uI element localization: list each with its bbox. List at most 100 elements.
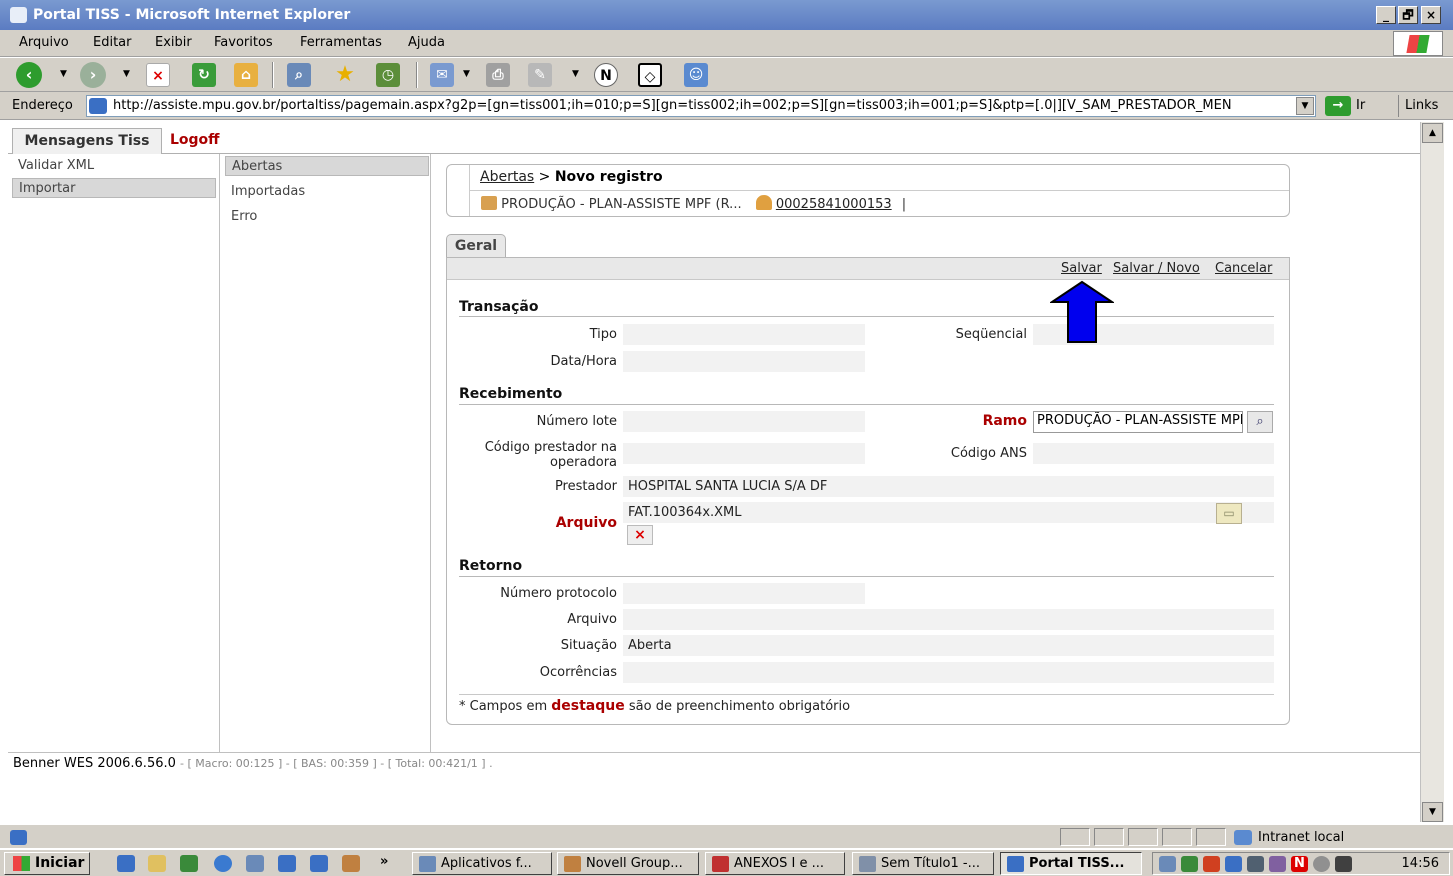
clock: 14:56: [1401, 856, 1439, 871]
nav-importar[interactable]: Importar: [12, 178, 216, 198]
address-dropdown-icon[interactable]: ▼: [1296, 97, 1314, 115]
address-box[interactable]: http://assiste.mpu.gov.br/portaltiss/pag…: [86, 95, 1316, 117]
maximize-button[interactable]: 🗗: [1398, 6, 1418, 24]
pdf-icon: [712, 856, 729, 872]
label-sequencial: Seqüencial: [955, 327, 1027, 342]
breadcrumb-pipe: |: [901, 197, 907, 212]
back-dropdown-icon[interactable]: ▼: [60, 69, 67, 79]
nav-erro[interactable]: Erro: [225, 207, 429, 227]
taskbar-item-aplicativos[interactable]: Aplicativos f...: [412, 852, 552, 875]
logoff-link[interactable]: Logoff: [170, 132, 220, 148]
favorites-star-icon[interactable]: ★: [333, 63, 357, 87]
links-button[interactable]: Links: [1398, 95, 1448, 117]
breadcrumb: Abertas > Novo registro PRODUÇÃO - PLAN-…: [446, 164, 1290, 217]
print-icon[interactable]: ⎙: [486, 63, 510, 87]
label-ocorrencias: Ocorrências: [539, 665, 617, 680]
field-codigo-prestador: [623, 443, 865, 464]
toolbar: ‹ ▼ › ▼ × ↻ ⌂ ⌕ ★ ◷ ✉ ▼ ⎙ ✎ ▼ N ◇ ☺: [0, 58, 1453, 92]
stop-icon[interactable]: ×: [146, 63, 170, 87]
menu-bar: Arquivo Editar Exibir Favoritos Ferramen…: [0, 30, 1453, 57]
menu-exibir[interactable]: Exibir: [155, 35, 192, 50]
tray-n-icon[interactable]: N: [1291, 856, 1308, 872]
page-title: Novo registro: [554, 169, 663, 185]
tray-tools-icon[interactable]: [1335, 856, 1352, 872]
quicklaunch-more-icon[interactable]: »: [380, 854, 388, 869]
tray-clock-icon[interactable]: [1313, 856, 1330, 872]
forward-dropdown-icon[interactable]: ▼: [123, 69, 130, 79]
save-new-button[interactable]: Salvar / Novo: [1113, 261, 1200, 276]
taskbar-item-portal-tiss[interactable]: Portal TISS...: [1000, 852, 1142, 875]
menu-favoritos[interactable]: Favoritos: [214, 35, 273, 50]
nav-importadas[interactable]: Importadas: [225, 182, 429, 202]
back-icon[interactable]: ‹: [16, 62, 42, 88]
task-icon: [564, 856, 581, 872]
edit-dropdown-icon[interactable]: ▼: [572, 69, 579, 79]
provider-code-link[interactable]: 00025841000153: [776, 197, 892, 212]
quicklaunch-folder-icon[interactable]: [148, 855, 166, 872]
history-icon[interactable]: ◷: [376, 63, 400, 87]
mail-icon[interactable]: ✉: [430, 63, 454, 87]
start-button[interactable]: Iniciar: [4, 852, 90, 875]
quicklaunch-ie2-icon[interactable]: [278, 855, 296, 872]
forward-icon[interactable]: ›: [80, 62, 106, 88]
quicklaunch-ie3-icon[interactable]: [310, 855, 328, 872]
package-icon: [481, 196, 497, 210]
tab-mensagens-tiss[interactable]: Mensagens Tiss: [12, 128, 162, 155]
document-icon: [859, 856, 876, 872]
tray-app-icon[interactable]: [1269, 856, 1286, 872]
folder-icon[interactable]: ▭: [1216, 503, 1242, 524]
task-icon: [419, 856, 436, 872]
quicklaunch-novell-icon[interactable]: [342, 855, 360, 872]
cancel-button[interactable]: Cancelar: [1215, 261, 1272, 276]
menu-editar[interactable]: Editar: [93, 35, 132, 50]
menu-arquivo[interactable]: Arquivo: [19, 35, 69, 50]
quicklaunch-media-icon[interactable]: [214, 855, 232, 872]
start-label: Iniciar: [35, 855, 85, 871]
users-icon[interactable]: ☺: [684, 63, 708, 87]
close-button[interactable]: ×: [1421, 6, 1441, 24]
tray-security-icon[interactable]: [1203, 856, 1220, 872]
save-button[interactable]: Salvar: [1061, 261, 1102, 276]
windows-flag-icon: [13, 856, 30, 871]
intranet-icon: [1234, 830, 1252, 845]
mail-dropdown-icon[interactable]: ▼: [463, 69, 470, 79]
ramo-input[interactable]: PRODUÇÃO - PLAN-ASSISTE MPF: [1033, 411, 1243, 433]
taskbar-item-anexos[interactable]: ANEXOS I e ...: [705, 852, 845, 875]
go-button[interactable]: → Ir: [1325, 95, 1375, 117]
version-text: Benner WES 2006.6.56.0: [13, 756, 176, 771]
status-segment: [1162, 828, 1192, 846]
scroll-up-icon[interactable]: ▲: [1422, 123, 1443, 143]
ie-icon: [1007, 856, 1024, 872]
edit-icon[interactable]: ✎: [528, 63, 552, 87]
quicklaunch-desktop-icon[interactable]: [180, 855, 198, 872]
tab-geral[interactable]: Geral: [446, 234, 506, 258]
tray-network-icon[interactable]: [1159, 856, 1176, 872]
nav-validar-xml[interactable]: Validar XML: [12, 156, 216, 176]
address-input[interactable]: http://assiste.mpu.gov.br/portaltiss/pag…: [113, 98, 1293, 114]
window-title: Portal TISS - Microsoft Internet Explore…: [33, 7, 351, 23]
scroll-down-icon[interactable]: ▼: [1422, 802, 1443, 822]
refresh-icon[interactable]: ↻: [192, 63, 216, 87]
discuss-icon[interactable]: N: [594, 63, 618, 87]
breadcrumb-link-abertas[interactable]: Abertas: [480, 169, 534, 185]
vertical-scrollbar[interactable]: ▲ ▼: [1420, 122, 1444, 822]
menu-ajuda[interactable]: Ajuda: [408, 35, 445, 50]
tray-audio-icon[interactable]: [1225, 856, 1242, 872]
go-label: Ir: [1356, 98, 1366, 113]
minimize-button[interactable]: _: [1376, 6, 1396, 24]
ramo-search-icon[interactable]: ⌕: [1247, 411, 1273, 433]
search-icon[interactable]: ⌕: [287, 63, 311, 87]
quicklaunch-ie-icon[interactable]: [117, 855, 135, 872]
menu-ferramentas[interactable]: Ferramentas: [300, 35, 382, 50]
quicklaunch-app-icon[interactable]: [246, 855, 264, 872]
taskbar-item-sem-titulo[interactable]: Sem Título1 -...: [852, 852, 994, 875]
tray-device-icon[interactable]: [1247, 856, 1264, 872]
home-icon[interactable]: ⌂: [234, 63, 258, 87]
remove-file-icon[interactable]: ×: [627, 525, 653, 545]
tray-monitor-icon[interactable]: [1181, 856, 1198, 872]
label-codigo-prestador-line2: operadora: [549, 455, 617, 470]
messenger-icon[interactable]: ◇: [638, 63, 662, 87]
taskbar-item-novell[interactable]: Novell Group...: [557, 852, 699, 875]
nav-abertas[interactable]: Abertas: [225, 156, 429, 176]
field-prestador: HOSPITAL SANTA LUCIA S/A DF: [623, 476, 1274, 497]
